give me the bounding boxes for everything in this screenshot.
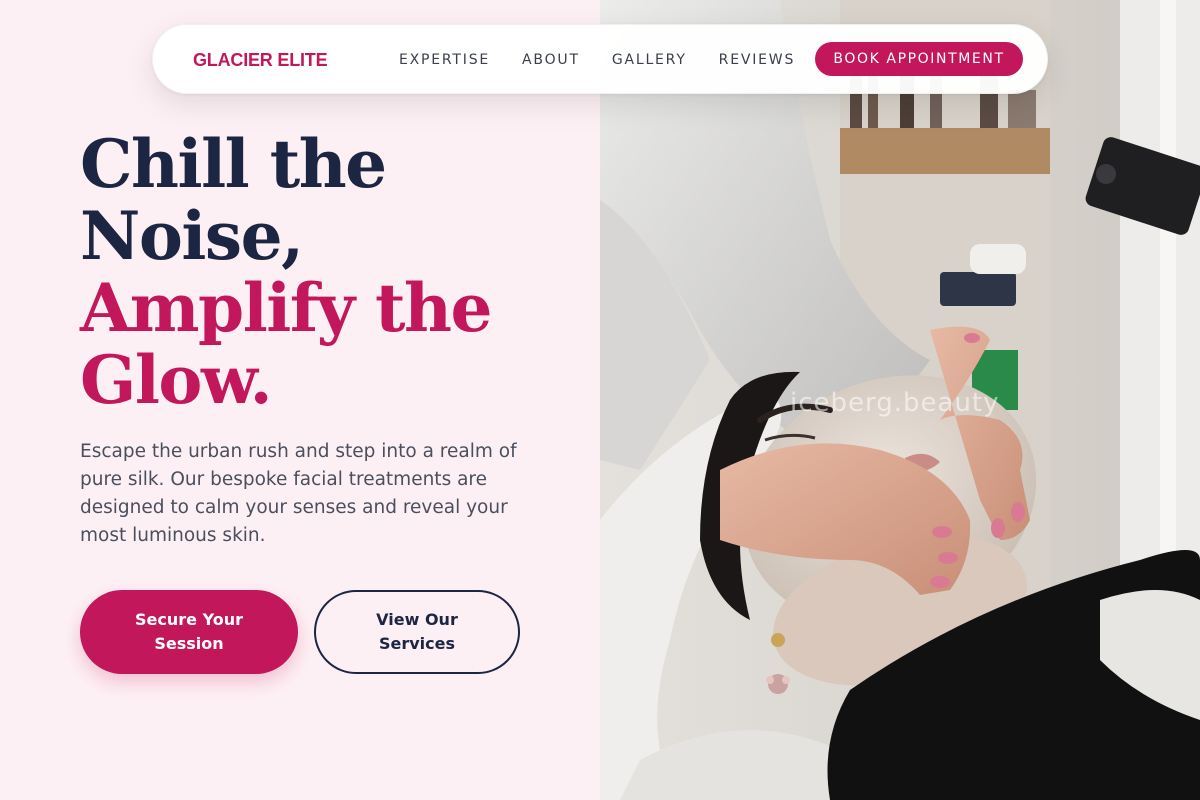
headline-line-1: Chill the (80, 125, 387, 203)
book-appointment-button[interactable]: BOOK APPOINTMENT (815, 42, 1023, 76)
nav-links: EXPERTISE ABOUT GALLERY REVIEWS (399, 25, 795, 95)
hero-content: Chill the Noise, Amplify the Glow. Escap… (0, 0, 600, 800)
view-services-label: View Our Services (376, 610, 458, 653)
headline-line-3: Amplify the (80, 269, 493, 347)
brand-logo[interactable]: GLACIER ELITE (193, 25, 328, 95)
hero-description: Escape the urban rush and step into a re… (80, 441, 517, 546)
headline-line-2: Noise, (80, 197, 304, 275)
secure-session-label: Secure Your Session (135, 610, 243, 653)
secure-session-button[interactable]: Secure Your Session (80, 590, 298, 674)
nav-link-about[interactable]: ABOUT (522, 52, 580, 68)
photo-watermark: iceberg.beauty (790, 388, 1000, 418)
nav-link-gallery[interactable]: GALLERY (612, 52, 687, 68)
nav-link-reviews[interactable]: REVIEWS (719, 52, 795, 68)
hero-headline: Chill the Noise, Amplify the Glow. (80, 128, 580, 416)
hero-photo: iceberg.beauty (600, 0, 1200, 800)
view-services-button[interactable]: View Our Services (314, 590, 520, 674)
top-navbar: GLACIER ELITE EXPERTISE ABOUT GALLERY RE… (152, 24, 1048, 94)
nav-link-expertise[interactable]: EXPERTISE (399, 52, 490, 68)
headline-line-4: Glow. (80, 341, 273, 419)
